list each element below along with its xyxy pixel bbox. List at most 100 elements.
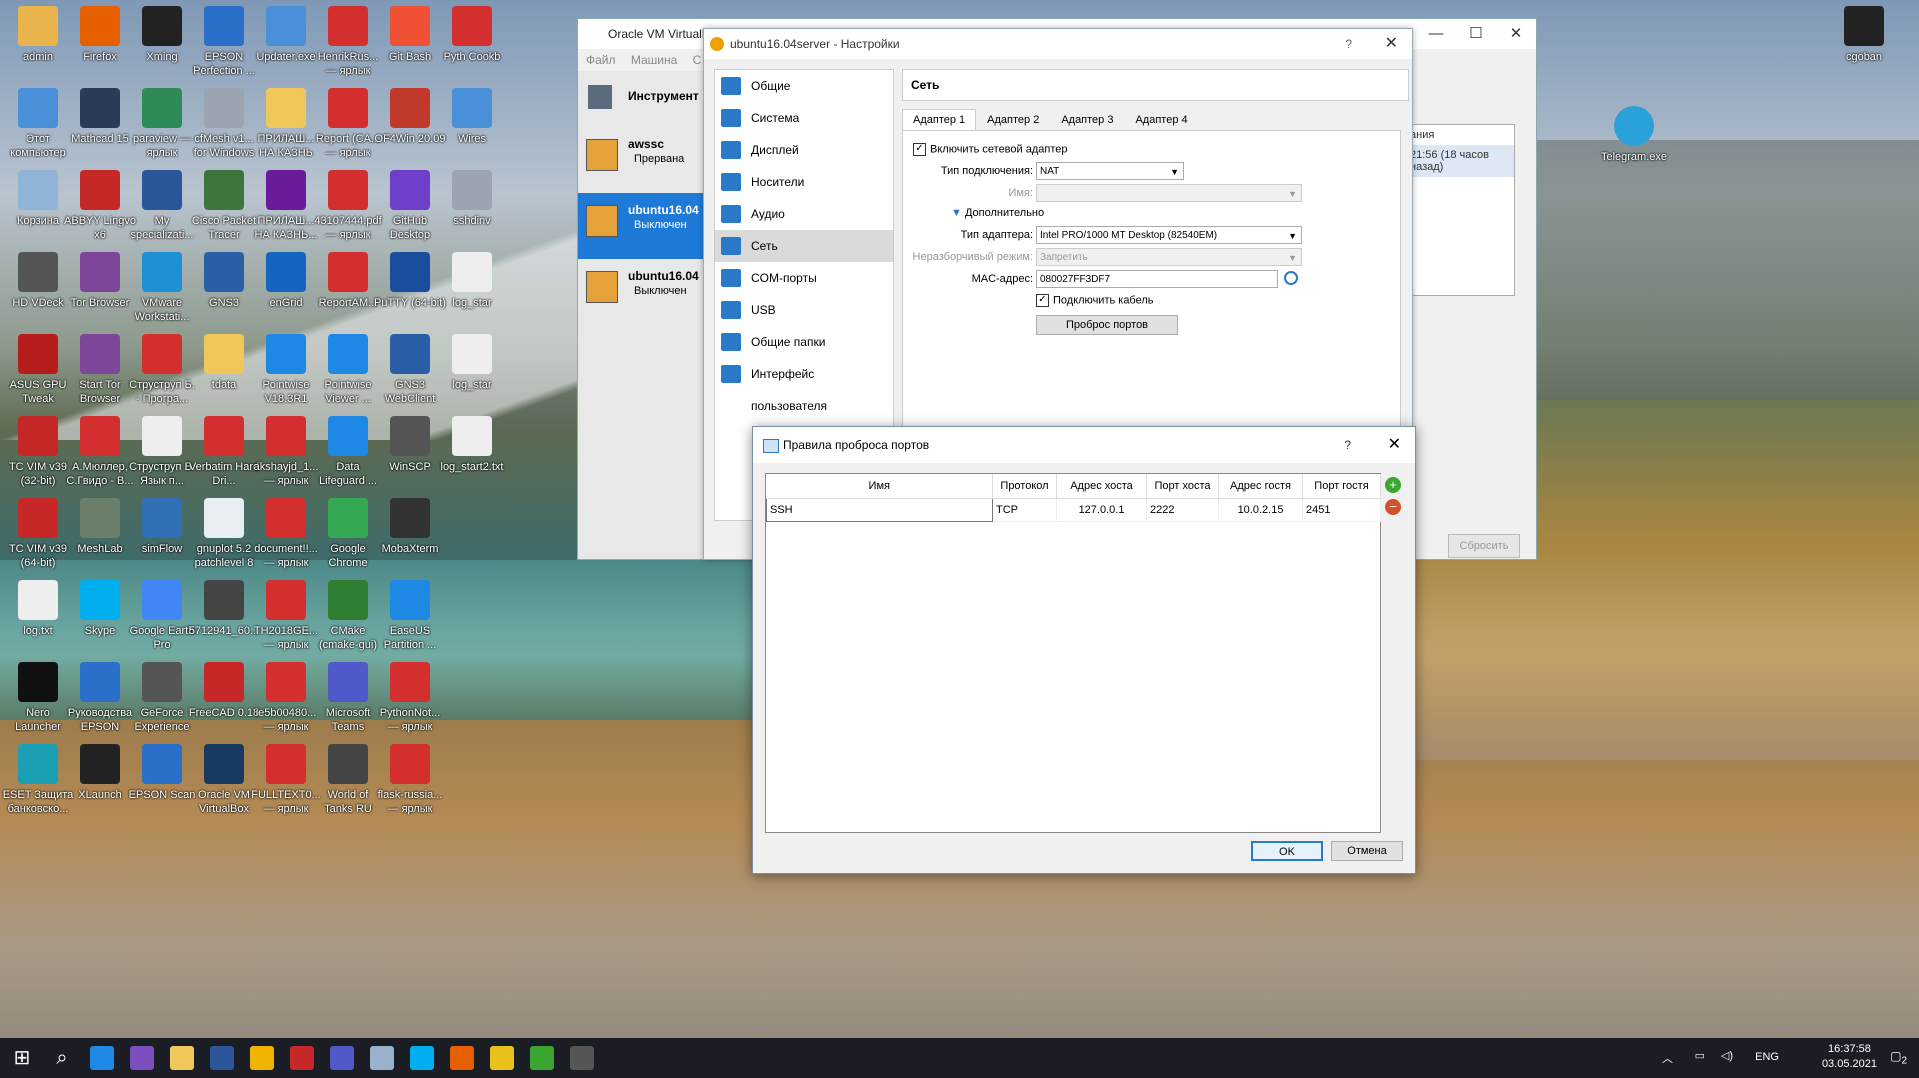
notepad-icon[interactable] — [530, 1046, 554, 1070]
category-icon — [721, 333, 741, 351]
port-forwarding-button[interactable]: Проброс портов — [1036, 315, 1178, 335]
tools-item[interactable]: Инструмент — [578, 71, 708, 127]
notifications-icon[interactable]: ▢2 — [1890, 1049, 1907, 1066]
category-item[interactable]: Носители — [715, 166, 893, 198]
desktop-icon[interactable]: Telegram.exe — [1598, 106, 1670, 164]
desktop-icon[interactable]: cgoban — [1828, 6, 1900, 64]
vm-list-item[interactable]: ubuntu16.04 Выключен — [578, 193, 708, 259]
table-row[interactable]: SSH TCP 127.0.0.1 2222 10.0.2.15 2451 — [766, 498, 1381, 522]
cancel-button[interactable]: Отмена — [1331, 841, 1403, 861]
desktop-app-icon — [390, 88, 430, 128]
clock[interactable]: 16:37:58 03.05.2021 — [1822, 1042, 1877, 1072]
help-icon[interactable]: ? — [1345, 29, 1352, 59]
table-cell[interactable]: TCP — [992, 498, 1057, 522]
category-item[interactable]: Дисплей — [715, 134, 893, 166]
network-icon[interactable]: ▭ — [1695, 1049, 1705, 1062]
volume-icon[interactable]: ◁) — [1721, 1049, 1733, 1062]
category-item[interactable]: Система — [715, 102, 893, 134]
folder-icon[interactable] — [490, 1046, 514, 1070]
vim-icon[interactable] — [290, 1046, 314, 1070]
maximize-icon[interactable]: ☐ — [1456, 19, 1496, 49]
virtualbox-icon[interactable] — [370, 1046, 394, 1070]
vm-list-item[interactable]: ubuntu16.04 Выключен — [578, 259, 708, 325]
menu-file[interactable]: Файл — [586, 53, 616, 67]
table-cell[interactable]: 10.0.2.15 — [1218, 498, 1303, 522]
category-item[interactable]: Общие — [715, 70, 893, 102]
enable-adapter-checkbox[interactable]: ✓ Включить сетевой адаптер — [913, 143, 1067, 156]
chevron-up-icon[interactable]: ︿ — [1662, 1050, 1673, 1066]
skype-icon[interactable] — [410, 1046, 434, 1070]
category-item[interactable]: Аудио — [715, 198, 893, 230]
language-indicator[interactable]: ENG — [1755, 1051, 1779, 1063]
menu-more[interactable]: С — [693, 53, 702, 67]
desktop-icon[interactable]: EaseUS Partition ... — [374, 580, 446, 652]
close-icon[interactable]: ✕ — [1496, 19, 1536, 49]
word-icon[interactable] — [210, 1046, 234, 1070]
adapter-type-label: Тип адаптера: — [960, 229, 1033, 241]
close-icon[interactable]: ✕ — [1388, 427, 1401, 463]
desktop-icon[interactable]: log_start2.txt — [436, 416, 508, 474]
teams-icon[interactable] — [330, 1046, 354, 1070]
firefox-icon[interactable] — [450, 1046, 474, 1070]
category-item[interactable]: USB — [715, 294, 893, 326]
desktop-app-icon — [266, 88, 306, 128]
category-item[interactable]: Сеть — [715, 230, 893, 262]
visual-studio-icon[interactable] — [130, 1046, 154, 1070]
refresh-mac-icon[interactable] — [1284, 271, 1298, 285]
minimize-icon[interactable]: — — [1416, 19, 1456, 49]
windows-start-icon[interactable]: ⊞ — [10, 1046, 34, 1070]
rules-table[interactable]: Имя Протокол Адрес хоста Порт хоста Адрес го… — [765, 473, 1381, 833]
file-explorer-icon[interactable] — [170, 1046, 194, 1070]
mac-input[interactable]: 080027FF3DF7 — [1036, 270, 1278, 288]
search-icon[interactable]: ⌕ — [50, 1046, 74, 1070]
desktop-icon[interactable]: PythonNot... — ярлык — [374, 662, 446, 734]
table-cell[interactable]: SSH — [766, 498, 993, 522]
mobaxterm-icon[interactable] — [570, 1046, 594, 1070]
desktop-icon[interactable]: Wires — [436, 88, 508, 146]
desktop-icon[interactable]: MobaXterm — [374, 498, 446, 556]
desktop-app-icon — [18, 580, 58, 620]
desktop-icon-label: Pyth Cookb — [443, 51, 501, 63]
checkbox-checked-icon: ✓ — [913, 143, 926, 156]
category-item[interactable]: Интерфейс пользователя — [715, 358, 893, 413]
remove-rule-icon[interactable]: − — [1385, 499, 1401, 515]
adapter-type-select[interactable]: Intel PRO/1000 MT Desktop (82540EM) ▼ — [1036, 226, 1302, 244]
desktop-app-icon — [390, 6, 430, 46]
tab-adapter-3[interactable]: Адаптер 3 — [1050, 109, 1124, 131]
vm-name: ubuntu16.04 — [628, 269, 699, 283]
reset-button[interactable]: Сбросить — [1448, 534, 1520, 558]
column-header: Протокол — [992, 474, 1057, 499]
tab-adapter-4[interactable]: Адаптер 4 — [1124, 109, 1198, 131]
category-item[interactable]: Общие папки — [715, 326, 893, 358]
port-forwarding-dialog[interactable]: Правила проброса портов ? ✕ Имя Протокол А… — [752, 426, 1416, 874]
advanced-toggle[interactable]: ▼ Дополнительно — [951, 207, 1044, 219]
chevron-down-icon: ▼ — [1288, 231, 1297, 241]
add-rule-icon[interactable]: + — [1385, 477, 1401, 493]
vm-os-icon — [586, 205, 618, 237]
desktop-app-icon — [328, 416, 368, 456]
desktop-icon[interactable]: log_star — [436, 334, 508, 392]
help-icon[interactable]: ? — [1344, 427, 1351, 463]
menu-machine[interactable]: Машина — [631, 53, 677, 67]
table-cell[interactable]: 2222 — [1146, 498, 1219, 522]
table-cell[interactable]: 2451 — [1302, 498, 1381, 522]
edge-icon[interactable] — [90, 1046, 114, 1070]
desktop-app-icon — [328, 6, 368, 46]
tab-adapter-2[interactable]: Адаптер 2 — [976, 109, 1050, 131]
table-cell[interactable]: 127.0.0.1 — [1056, 498, 1147, 522]
ok-button[interactable]: OK — [1251, 841, 1323, 861]
attached-select[interactable]: NAT ▼ — [1036, 162, 1184, 180]
desktop-icon[interactable]: sshdinv — [436, 170, 508, 228]
desktop-icon[interactable]: log_star — [436, 252, 508, 310]
tab-adapter-1[interactable]: Адаптер 1 — [902, 109, 977, 131]
virtualbox-icon — [710, 37, 724, 51]
app-icon[interactable] — [250, 1046, 274, 1070]
cable-checkbox[interactable]: ✓ Подключить кабель — [1036, 294, 1154, 307]
desktop-icon[interactable]: Pyth Cookb — [436, 6, 508, 64]
desktop-icon[interactable]: flask-russia... — ярлык — [374, 744, 446, 816]
vm-list-item[interactable]: awssc Прервана — [578, 127, 708, 193]
category-item[interactable]: COM-порты — [715, 262, 893, 294]
clock-time: 16:37:58 — [1828, 1043, 1871, 1055]
desktop-app-icon — [390, 170, 430, 210]
close-icon[interactable]: ✕ — [1385, 29, 1398, 59]
